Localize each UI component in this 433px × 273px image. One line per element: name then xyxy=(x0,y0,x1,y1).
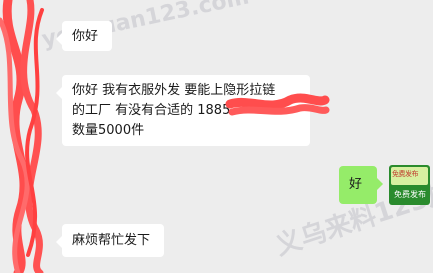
self-avatar[interactable]: 免费发布 免费发布 xyxy=(389,165,430,205)
message-bubble-4[interactable]: 麻烦帮忙发下 xyxy=(56,224,164,257)
message-text: 好 xyxy=(349,177,363,192)
message-line: 的工厂 有没有合适的 1885 xyxy=(72,103,231,118)
message-text: 你好 xyxy=(72,29,99,44)
message-bubble-1[interactable]: 你好 xyxy=(56,21,112,51)
message-line: 数量5000件 xyxy=(72,123,145,138)
message-bubble-3-self[interactable]: 好 xyxy=(339,166,383,204)
scribble-stroke xyxy=(20,0,44,273)
scribble-stroke xyxy=(25,8,44,257)
message-text: 麻烦帮忙发下 xyxy=(72,233,151,248)
message-bubble-2[interactable]: 你好 我有衣服外发 要能上隐形拉链 的工厂 有没有合适的 1885 数量5000… xyxy=(56,75,310,146)
avatar-top-text: 免费发布 xyxy=(392,170,419,178)
scribble-stroke xyxy=(2,0,29,273)
message-line: 你好 我有衣服外发 要能上隐形拉链 xyxy=(72,83,276,98)
avatar-bottom-text: 免费发布 xyxy=(394,190,426,199)
scribble-stroke xyxy=(0,17,30,273)
